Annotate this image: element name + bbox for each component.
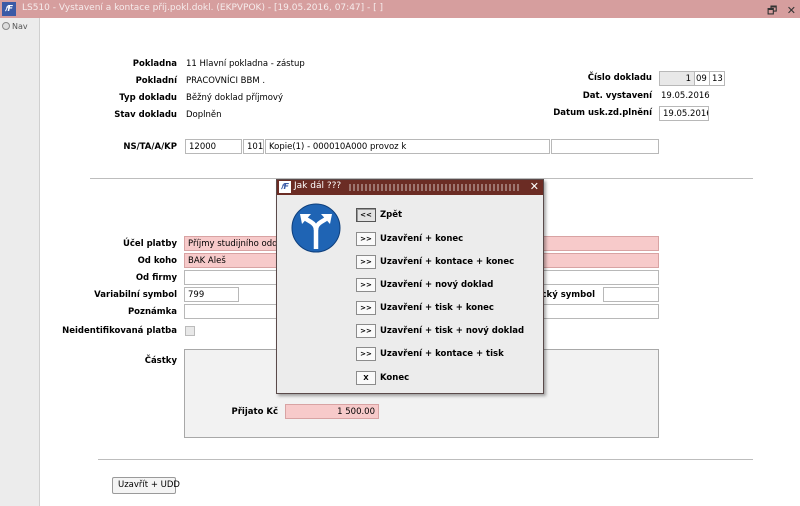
zpet-label: Zpět: [380, 210, 403, 220]
uzavreni-kontace-tisk-label: Uzavření + kontace + tisk: [380, 349, 504, 359]
neidentifikovana-checkbox[interactable]: [185, 326, 195, 336]
dialog-title: Jak dál ???: [294, 181, 342, 191]
uzavreni-kontace-konec-button[interactable]: >>: [356, 255, 376, 269]
pokladna-value: 11 Hlavní pokladna - zástup: [186, 59, 305, 69]
restore-icon[interactable]: 🗗: [767, 4, 777, 17]
konstantni-symbol-field[interactable]: [603, 287, 659, 302]
cislo-dokladu-part1: 1: [659, 71, 695, 86]
uzavreni-konec-label: Uzavření + konec: [380, 234, 464, 244]
uzavreni-novy-doklad-button[interactable]: >>: [356, 278, 376, 292]
nstaakp-label: NS/TA/A/KP: [123, 142, 177, 152]
castky-label: Částky: [144, 356, 177, 366]
uzavreni-kontace-konec-label: Uzavření + kontace + konec: [380, 257, 515, 267]
konec-button[interactable]: X: [356, 371, 376, 385]
variabilni-symbol-field[interactable]: 799: [184, 287, 239, 302]
konec-label: Konec: [380, 373, 410, 383]
dialog-app-icon: 𝑓F: [279, 181, 291, 193]
typ-dokladu-label: Typ dokladu: [119, 93, 177, 103]
pokladni-label: Pokladní: [135, 76, 177, 86]
close-icon[interactable]: ✕: [787, 4, 796, 17]
cislo-dokladu-label: Číslo dokladu: [587, 73, 652, 83]
nav-label: Nav: [12, 22, 28, 31]
uzavreni-novy-doklad-label: Uzavření + nový doklad: [380, 280, 494, 290]
dialog-drag-grip[interactable]: [349, 184, 519, 191]
neidentifikovana-label: Neidentifikovaná platba: [62, 326, 177, 336]
uzavreni-tisk-konec-label: Uzavření + tisk + konec: [380, 303, 494, 313]
prijato-label: Přijato Kč: [231, 407, 278, 417]
kp-field[interactable]: [551, 139, 659, 154]
uzavreni-konec-button[interactable]: >>: [356, 232, 376, 246]
direction-sign-icon: [291, 203, 341, 253]
window-controls: 🗗 ✕: [761, 2, 796, 21]
od-firmy-label: Od firmy: [135, 273, 177, 283]
dialog-close-icon[interactable]: ✕: [530, 180, 539, 193]
window-title: LS510 - Vystavení a kontace příj.pokl.do…: [22, 3, 384, 13]
konstantni-symbol-label: ický symbol: [538, 290, 595, 300]
uzavreni-tisk-novy-doklad-button[interactable]: >>: [356, 324, 376, 338]
stav-dokladu-label: Stav dokladu: [114, 110, 177, 120]
datum-usk-label: Datum usk.zd.plnění: [553, 108, 652, 118]
dat-vystaveni-value: 19.05.2016: [661, 91, 710, 101]
uzavreni-tisk-konec-button[interactable]: >>: [356, 301, 376, 315]
window-titlebar: 𝑓F LS510 - Vystavení a kontace příj.pokl…: [0, 0, 800, 18]
next-action-dialog: 𝑓F Jak dál ??? ✕ << Zpět >> Uzavření + k…: [276, 179, 544, 394]
cislo-dokladu-part2[interactable]: 09: [694, 71, 710, 86]
variabilni-symbol-label: Variabilní symbol: [94, 290, 177, 300]
a-field[interactable]: Kopie(1) - 000010A000 provoz k: [265, 139, 550, 154]
left-toolbar: Nav: [0, 18, 40, 506]
uzavrit-udd-button[interactable]: Uzavřít + UDD: [112, 477, 180, 494]
stav-dokladu-value: Doplněn: [186, 110, 222, 120]
footer-separator: [98, 459, 753, 460]
pokladni-value: PRACOVNÍCI BBM .: [186, 76, 266, 86]
prijato-field[interactable]: 1 500.00: [285, 404, 379, 419]
cislo-dokladu-part3[interactable]: 13: [709, 71, 725, 86]
ta-field[interactable]: 101: [243, 139, 264, 154]
ucel-platby-label: Účel platby: [122, 239, 177, 249]
dat-vystaveni-label: Dat. vystavení: [582, 91, 652, 101]
uzavreni-tisk-novy-doklad-label: Uzavření + tisk + nový doklad: [380, 326, 525, 336]
od-koho-label: Od koho: [137, 256, 177, 266]
datum-usk-field[interactable]: 19.05.2016: [659, 106, 709, 121]
dialog-titlebar: 𝑓F Jak dál ??? ✕: [277, 180, 543, 195]
poznamka-label: Poznámka: [127, 307, 177, 317]
ns-field[interactable]: 12000: [185, 139, 242, 154]
zpet-button[interactable]: <<: [356, 208, 376, 222]
typ-dokladu-value: Běžný doklad příjmový: [186, 93, 283, 103]
nav-icon: [2, 22, 10, 30]
app-icon: 𝑓F: [2, 2, 16, 16]
pokladna-label: Pokladna: [132, 59, 177, 69]
uzavreni-kontace-tisk-button[interactable]: >>: [356, 347, 376, 361]
nav-button[interactable]: Nav: [2, 22, 28, 31]
